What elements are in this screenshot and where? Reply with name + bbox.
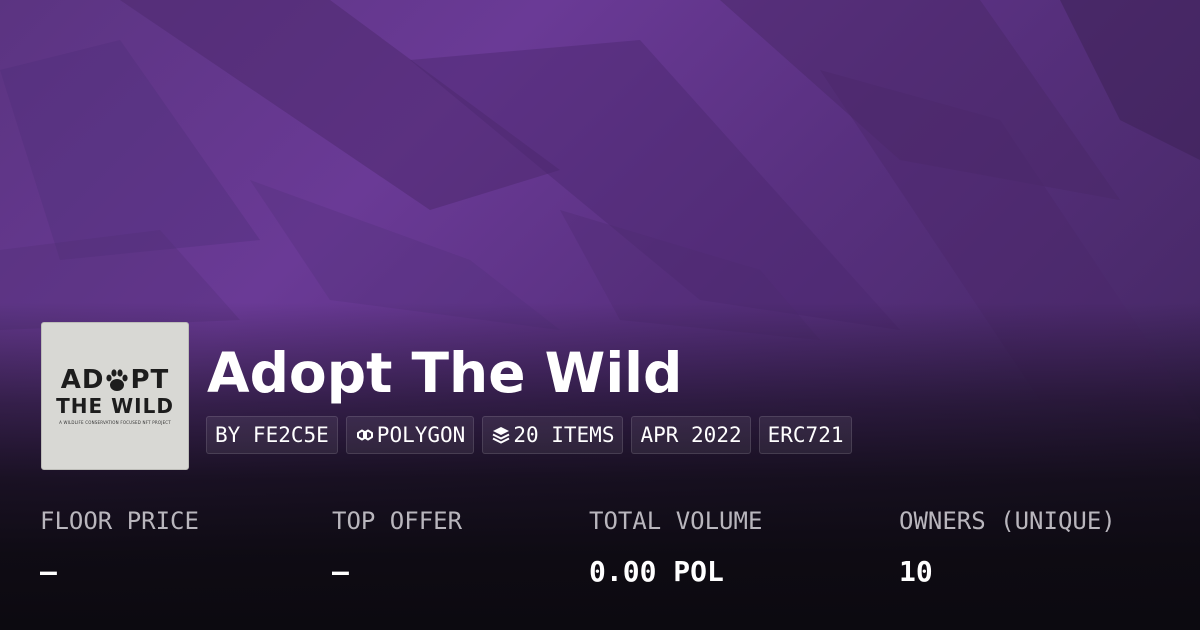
- logo-line-2: THE WILD: [56, 394, 174, 418]
- owners-label: OWNERS (UNIQUE): [899, 507, 1116, 535]
- chain-label: POLYGON: [376, 423, 466, 447]
- layers-icon: [492, 427, 510, 444]
- date-label: APR 2022: [640, 423, 742, 447]
- top-offer-value: –: [332, 555, 349, 588]
- logo-text-start: AD: [60, 365, 105, 395]
- items-pill: 20 ITEMS: [482, 416, 624, 454]
- chain-pill[interactable]: POLYGON: [345, 416, 475, 454]
- total-volume-value: 0.00 POL: [589, 555, 724, 588]
- floor-price-value: –: [40, 555, 57, 588]
- floor-price-label: FLOOR PRICE: [40, 507, 199, 535]
- collection-title: Adopt The Wild: [207, 341, 683, 405]
- creator-label: BY FE2C5E: [215, 423, 329, 447]
- collection-info-pills: BY FE2C5E POLYGON 20 ITEMS APR 2022 ERC7…: [206, 416, 853, 454]
- paw-icon: [106, 369, 129, 391]
- collection-logo: AD PT THE WILD A WILDLIFE CONSERVATION F…: [41, 322, 189, 470]
- standard-pill: ERC721: [758, 416, 853, 454]
- owners-value: 10: [899, 555, 933, 588]
- logo-text-end: PT: [130, 365, 170, 395]
- top-offer-label: TOP OFFER: [332, 507, 463, 535]
- items-label: 20 ITEMS: [513, 423, 615, 447]
- creator-pill[interactable]: BY FE2C5E: [206, 416, 338, 454]
- logo-line-1: AD PT: [61, 367, 170, 393]
- polygon-chain-icon: [356, 429, 373, 441]
- total-volume-label: TOTAL VOLUME: [589, 507, 763, 535]
- logo-tagline: A WILDLIFE CONSERVATION FOCUSED NFT PROJ…: [59, 420, 171, 425]
- date-pill: APR 2022: [631, 416, 751, 454]
- standard-label: ERC721: [767, 423, 844, 447]
